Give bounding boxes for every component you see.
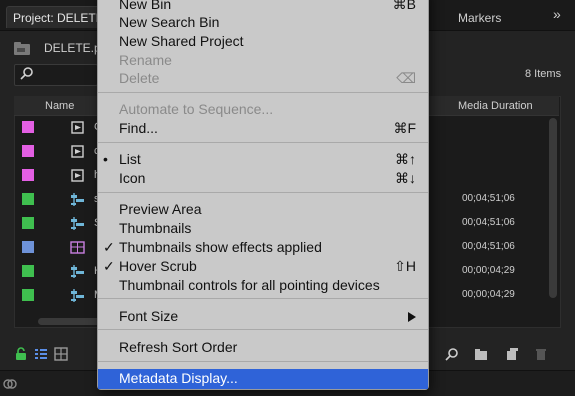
menu-separator	[98, 361, 428, 362]
item-media-duration: 00;04;51;06	[462, 217, 515, 228]
label-color-chip[interactable]	[22, 121, 34, 133]
item-media-duration: 00;00;04;29	[462, 265, 515, 276]
menu-item-shortcut: ⌘B	[392, 0, 416, 12]
column-header-name[interactable]: Name	[45, 100, 74, 112]
search-icon	[20, 67, 33, 80]
menu-item-label: Font Size	[119, 308, 179, 324]
label-color-chip[interactable]	[22, 193, 34, 205]
menu-item-label: New Bin	[119, 0, 172, 12]
menu-item-new-shared-project[interactable]: New Shared Project	[98, 32, 428, 51]
checkmark-icon: ✓	[103, 239, 115, 255]
multicam-sequence-icon	[70, 241, 85, 254]
project-panel-context-menu: New Bin ⌘B New Search Bin New Shared Projec…	[97, 0, 429, 390]
menu-item-delete: Delete ⌫	[98, 69, 428, 88]
menu-item-shortcut: ⌘F	[393, 120, 416, 136]
creative-cloud-icon	[3, 379, 17, 389]
menu-item-label: Rename	[119, 52, 172, 68]
menu-item-label: Automate to Sequence...	[119, 101, 274, 117]
find-icon[interactable]	[445, 347, 459, 361]
label-color-chip[interactable]	[22, 265, 34, 277]
menu-item-label: Refresh Sort Order	[119, 339, 238, 355]
menu-item-thumbnails[interactable]: Thumbnails	[98, 219, 428, 238]
submenu-arrow-icon	[408, 312, 416, 322]
list-view-icon[interactable]	[34, 347, 48, 361]
tab-overflow-icon[interactable]: »	[553, 6, 561, 22]
new-item-icon[interactable]	[505, 347, 519, 361]
menu-item-shortcut: ⌘↓	[395, 170, 416, 186]
project-folder-icon	[14, 42, 30, 55]
media-clip-icon	[71, 145, 84, 158]
menu-item-label: Metadata Display...	[119, 370, 238, 386]
menu-item-label: Preview Area	[119, 201, 202, 217]
menu-item-new-bin[interactable]: New Bin ⌘B	[98, 0, 428, 14]
sequence-icon	[71, 193, 84, 206]
label-color-chip[interactable]	[22, 145, 34, 157]
menu-item-list-view[interactable]: • List ⌘↑	[98, 150, 428, 169]
menu-item-label: New Shared Project	[119, 33, 244, 49]
sequence-icon	[71, 217, 84, 230]
menu-item-label: Thumbnails show effects applied	[119, 239, 322, 255]
menu-item-metadata-display[interactable]: Metadata Display...	[98, 369, 428, 389]
menu-item-label: Icon	[119, 170, 146, 186]
media-clip-icon	[71, 169, 84, 182]
trash-icon[interactable]	[534, 347, 548, 361]
menu-item-label: Thumbnails	[119, 220, 192, 236]
menu-item-rename: Rename	[98, 51, 428, 70]
item-media-duration: 00;00;04;29	[462, 289, 515, 300]
menu-item-shortcut: ⇧H	[394, 258, 416, 274]
item-media-duration: 00;04;51;06	[462, 193, 515, 204]
lock-icon[interactable]	[14, 347, 28, 361]
tab-markers[interactable]: Markers	[458, 11, 501, 25]
column-header-media-duration[interactable]: Media Duration	[458, 100, 533, 112]
menu-item-font-size[interactable]: Font Size	[98, 307, 428, 326]
label-color-chip[interactable]	[22, 169, 34, 181]
label-color-chip[interactable]	[22, 241, 34, 253]
menu-item-label: Hover Scrub	[119, 258, 197, 274]
menu-item-shortcut: ⌘↑	[395, 151, 416, 167]
menu-item-label: Find...	[119, 120, 158, 136]
menu-item-label: Delete	[119, 70, 160, 86]
media-clip-icon	[71, 121, 84, 134]
icon-view-icon[interactable]	[54, 347, 68, 361]
menu-item-label: New Search Bin	[119, 14, 220, 30]
menu-separator	[98, 142, 428, 143]
menu-separator	[98, 298, 428, 299]
checkmark-icon: ✓	[103, 258, 115, 274]
menu-item-new-search-bin[interactable]: New Search Bin	[98, 13, 428, 32]
bullet-icon: •	[103, 151, 108, 167]
menu-item-thumbnail-controls-all-pointing-devices[interactable]: Thumbnail controls for all pointing devi…	[98, 276, 428, 295]
new-bin-icon[interactable]	[474, 347, 488, 361]
menu-item-shortcut: ⌫	[396, 70, 416, 86]
vertical-scrollbar[interactable]	[549, 118, 557, 298]
menu-item-icon-view[interactable]: Icon ⌘↓	[98, 169, 428, 188]
menu-item-automate-to-sequence: Automate to Sequence...	[98, 100, 428, 119]
item-media-duration: 00;04;51;06	[462, 241, 515, 252]
menu-item-hover-scrub[interactable]: ✓ Hover Scrub ⇧H	[98, 257, 428, 276]
menu-item-label: Thumbnail controls for all pointing devi…	[119, 277, 380, 293]
menu-item-refresh-sort-order[interactable]: Refresh Sort Order	[98, 338, 428, 357]
label-color-chip[interactable]	[22, 217, 34, 229]
sequence-icon	[71, 289, 84, 302]
menu-separator	[98, 92, 428, 93]
menu-item-label: List	[119, 151, 141, 167]
menu-item-preview-area[interactable]: Preview Area	[98, 200, 428, 219]
items-count: 8 Items	[525, 68, 562, 80]
sequence-icon	[71, 265, 84, 278]
menu-separator	[98, 329, 428, 330]
menu-item-find[interactable]: Find... ⌘F	[98, 119, 428, 138]
label-color-chip[interactable]	[22, 289, 34, 301]
menu-item-thumbnails-show-effects[interactable]: ✓ Thumbnails show effects applied	[98, 238, 428, 257]
menu-separator	[98, 192, 428, 193]
